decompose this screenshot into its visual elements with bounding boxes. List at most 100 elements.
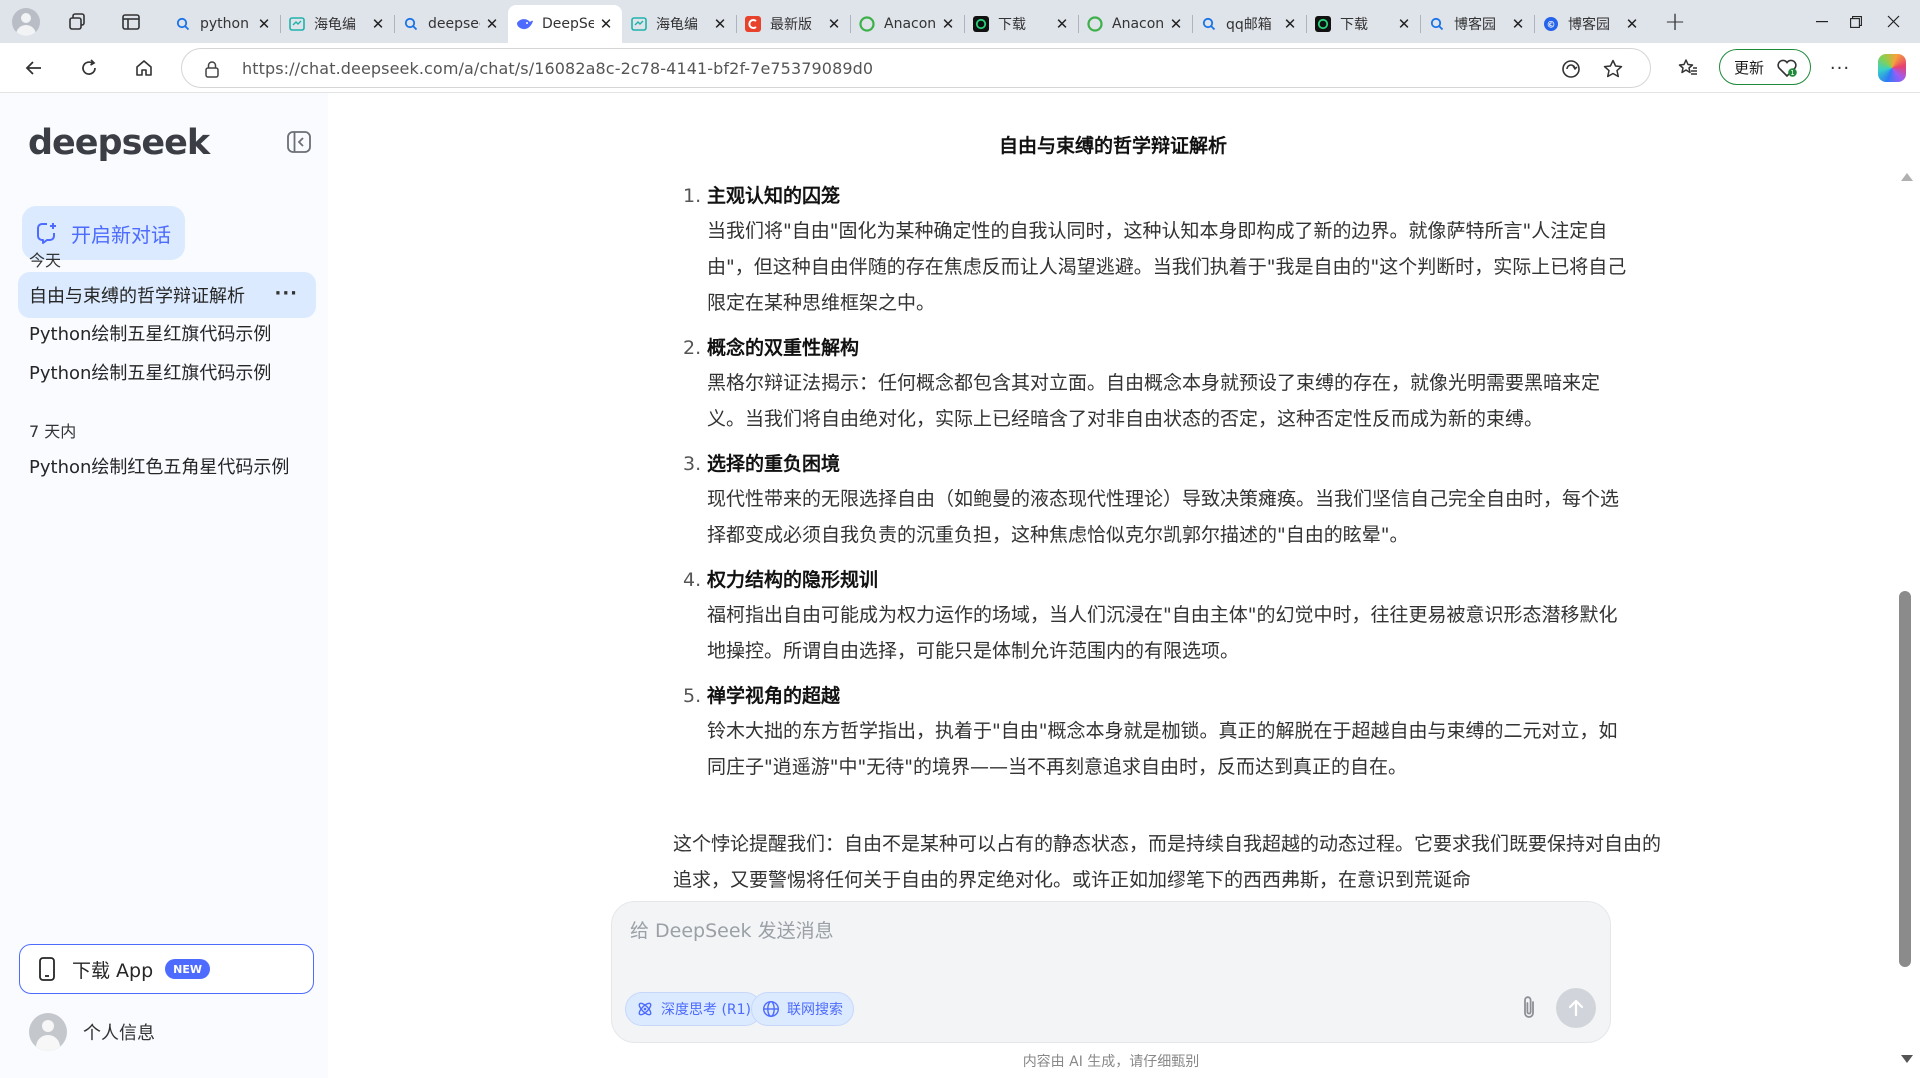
chat-main: 自由与束缚的哲学辩证解析 1. 主观认知的囚笼 当我们将"自由"固化为某种确定性… [328,93,1893,1078]
browser-tab[interactable]: 博客园 ✕ [1420,7,1534,41]
browser-profile-icon[interactable] [12,8,40,36]
ai-disclaimer: 内容由 AI 生成，请仔细甄别 [1022,1054,1200,1070]
collapse-sidebar-icon[interactable] [285,128,313,156]
favorites-icon[interactable] [1672,53,1704,83]
browser-tab[interactable]: 最新版 ✕ [736,7,850,41]
profile-button[interactable]: 个人信息 [29,1013,155,1051]
send-button[interactable] [1556,988,1596,1028]
list-item: 5. 禅学视角的超越 铃木大拙的东方哲学指出，执着于"自由"概念本身就是枷锁。真… [673,681,1633,785]
c-logo-icon [744,15,762,33]
read-aloud-icon[interactable] [1559,57,1583,81]
download-app-button[interactable]: 下载 App NEW [19,944,314,994]
browser-tab[interactable]: 下载 ✕ [964,7,1078,41]
more-options-icon[interactable]: ··· [1825,53,1855,83]
group-label-7-days: 7 天内 [29,422,77,441]
browser-tab[interactable]: deepseek✕ [394,7,508,41]
close-tab-icon[interactable]: ✕ [1396,15,1412,33]
tab-title: 下载 [998,17,1026,33]
conversation-title: Python绘制红色五角星代码示例 [29,457,290,478]
deepseek-whale-icon [516,15,534,33]
favorite-star-icon[interactable] [1601,57,1625,81]
item-heading: 权力结构的隐形规训 [707,569,879,591]
item-number: 2. [683,337,702,359]
lock-icon[interactable] [204,60,220,82]
browser-tab[interactable]: 海龟编 ✕ [280,7,394,41]
anaconda-icon [858,15,876,33]
browser-tab[interactable]: 海龟编 ✕ [622,7,736,41]
address-bar[interactable]: https://chat.deepseek.com/a/chat/s/16082… [181,48,1651,88]
download-app-label: 下载 App [72,959,154,982]
deep-think-toggle[interactable]: 深度思考 (R1) [625,992,763,1026]
close-tab-icon[interactable]: ✕ [826,15,842,33]
scroll-thumb[interactable] [1899,591,1911,967]
phone-icon [39,957,55,981]
conversation-more-icon[interactable]: ··· [274,283,298,304]
new-tab-button[interactable]: + [1660,7,1690,37]
close-tab-icon[interactable]: ✕ [1054,15,1070,33]
tab-actions-icon[interactable] [118,9,144,35]
profile-label: 个人信息 [83,1023,155,1044]
tab-title: 海龟编 [656,17,698,33]
browser-tab-strip: python✕海龟编✕deepseek✕DeepSeek✕海龟编✕最新版✕Ana… [0,0,1920,43]
copilot-icon[interactable] [1878,54,1906,82]
browser-tab[interactable]: Anaconda✕ [1078,7,1192,41]
browser-tab[interactable]: python ✕ [166,7,280,41]
anaconda-icon [1086,15,1104,33]
item-heading: 禅学视角的超越 [707,685,841,707]
new-chat-label: 开启新对话 [71,222,171,247]
tab-title: 最新版 [770,17,812,33]
url-text[interactable]: https://chat.deepseek.com/a/chat/s/16082… [242,59,873,78]
back-button[interactable] [18,53,50,83]
message-input[interactable]: 给 DeepSeek 发送消息 [630,916,834,943]
terminal-icon [1314,15,1332,33]
close-tab-icon[interactable]: ✕ [598,15,614,33]
tab-title: Anaconda [1112,16,1164,32]
update-button[interactable]: 更新 1 [1719,49,1811,85]
item-body: 铃木大拙的东方哲学指出，执着于"自由"概念本身就是枷锁。真正的解脱在于超越自由与… [707,720,1618,778]
item-heading: 主观认知的囚笼 [707,185,841,207]
update-label: 更新 [1734,58,1765,77]
close-tab-icon[interactable]: ✕ [484,15,500,33]
conclusion-paragraph: 这个悖论提醒我们：自由不是某种可以占有的静态状态，而是持续自我超越的动态过程。它… [673,833,1662,891]
close-tab-icon[interactable]: ✕ [940,15,956,33]
item-number: 3. [683,453,702,475]
conversation-item[interactable]: Python绘制五星红旗代码示例 [18,349,316,395]
item-heading: 概念的双重性解构 [707,337,860,359]
scroll-up-arrow[interactable] [1901,173,1913,181]
workspaces-icon[interactable] [64,9,90,35]
refresh-button[interactable] [73,53,105,83]
close-tab-icon[interactable]: ✕ [1510,15,1526,33]
close-tab-icon[interactable]: ✕ [712,15,728,33]
browser-tab[interactable]: Anaconda✕ [850,7,964,41]
close-tab-icon[interactable]: ✕ [256,15,272,33]
close-tab-icon[interactable]: ✕ [1168,15,1184,33]
tab-title: qq邮箱 [1226,17,1272,33]
browser-tab[interactable]: 下载 ✕ [1306,7,1420,41]
browser-tab[interactable]: qq邮箱 ✕ [1192,7,1306,41]
item-heading: 选择的重负困境 [707,453,841,475]
browser-tab[interactable]: DeepSeek✕ [508,5,622,43]
item-number: 5. [683,685,702,707]
web-search-toggle[interactable]: 联网搜索 [751,992,854,1026]
tab-title: Anaconda [884,16,936,32]
globe-icon [762,1000,780,1018]
close-tab-icon[interactable]: ✕ [370,15,386,33]
conversation-title: 自由与束缚的哲学辩证解析 [29,286,245,307]
tab-title: 下载 [1340,17,1368,33]
conversation-item[interactable]: Python绘制红色五角星代码示例 [18,443,316,489]
search-icon [1428,15,1446,33]
home-button[interactable] [128,53,160,83]
scrollbar[interactable] [1893,93,1920,1078]
deepseek-logo[interactable]: deepseek [28,123,210,163]
scroll-down-arrow[interactable] [1901,1055,1913,1063]
close-tab-icon[interactable]: ✕ [1282,15,1298,33]
list-item: 4. 权力结构的隐形规训 福柯指出自由可能成为权力运作的场域，当人们沉浸在"自由… [673,565,1633,669]
list-item: 2. 概念的双重性解构 黑格尔辩证法揭示：任何概念都包含其对立面。自由概念本身就… [673,333,1633,437]
close-tab-icon[interactable]: ✕ [1624,15,1640,33]
group-label-today: 今天 [29,251,62,270]
browser-tab[interactable]: © 博客园 ✕ [1534,7,1648,41]
search-icon [402,15,420,33]
close-window-button[interactable] [1870,0,1916,43]
sidebar: deepseek 开启新对话 今天 自由与束缚的哲学辩证解析 ··· Pytho… [0,93,328,1078]
attachment-icon[interactable] [1518,994,1540,1026]
